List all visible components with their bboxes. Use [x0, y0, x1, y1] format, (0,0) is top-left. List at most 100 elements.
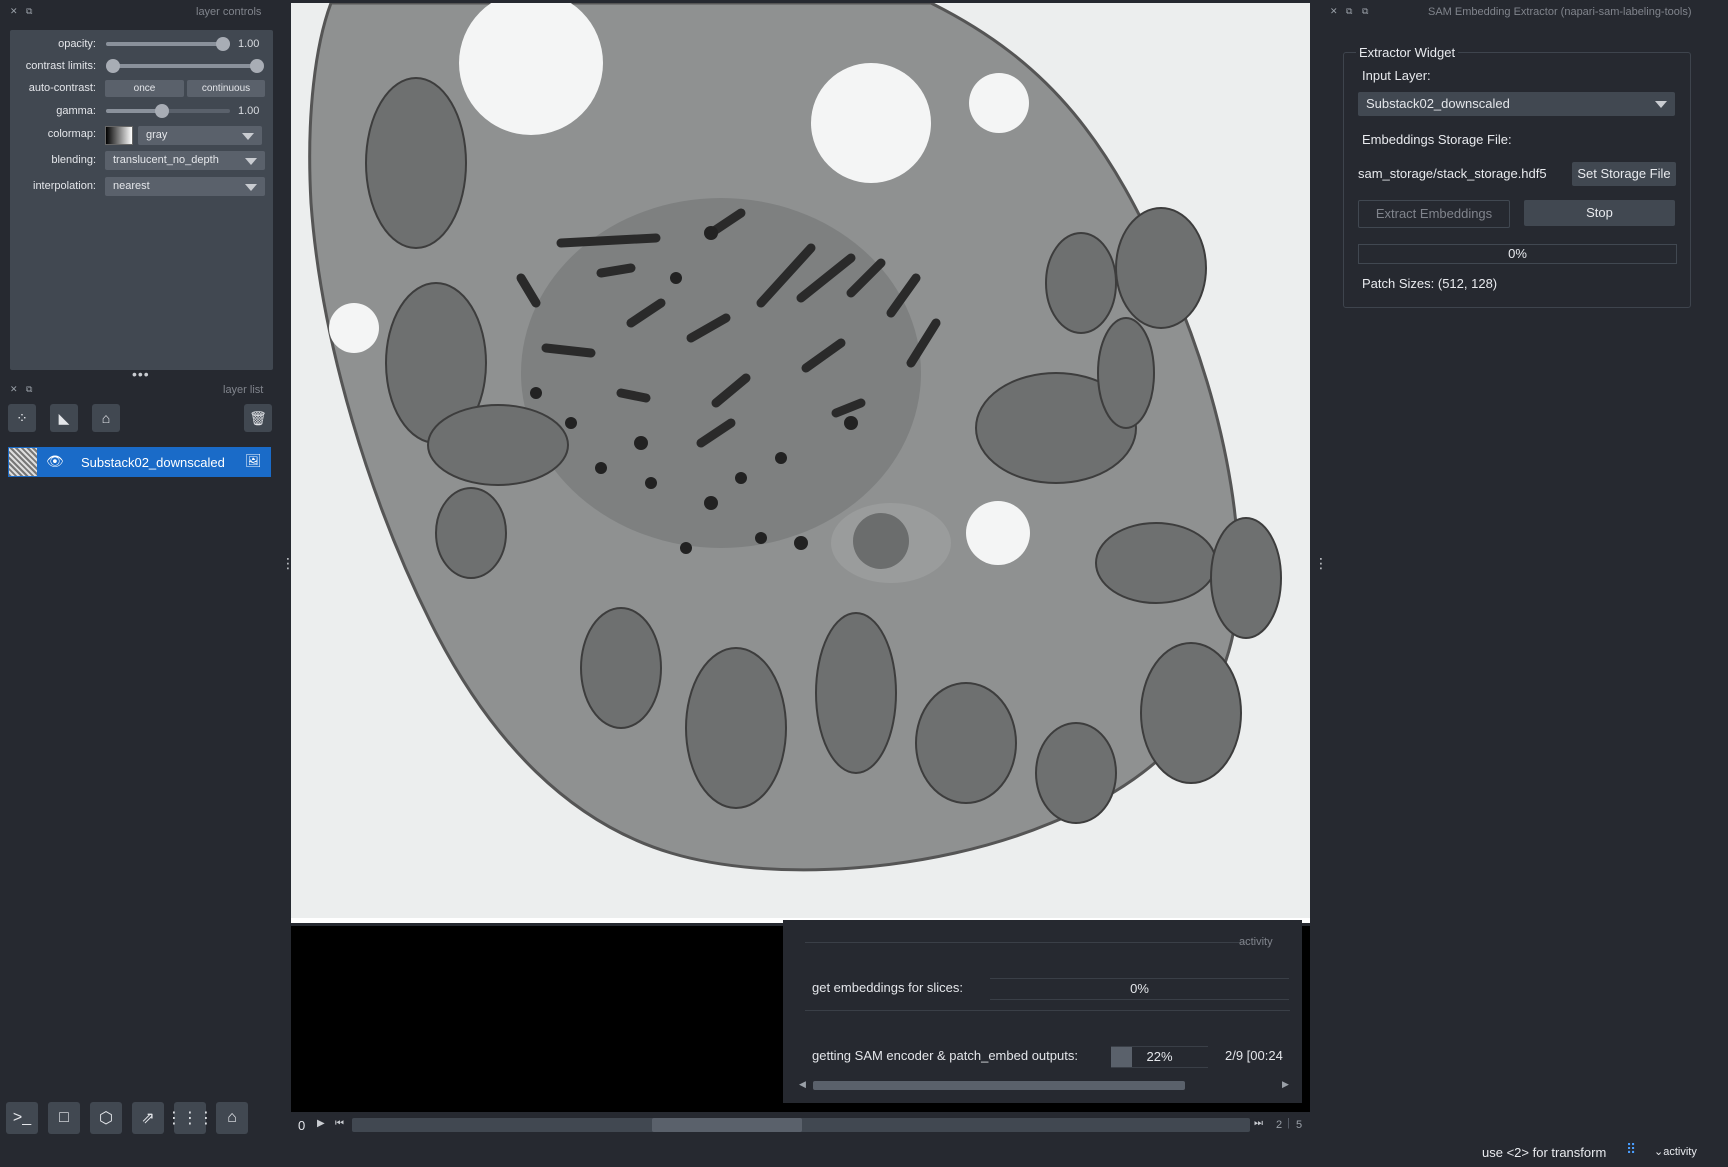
dims-slider-handle[interactable] — [652, 1118, 802, 1132]
group-title: Extractor Widget — [1356, 45, 1459, 60]
splitter-handle[interactable]: ••• — [132, 366, 150, 382]
contrast-limits-slider[interactable] — [106, 59, 264, 73]
input-layer-label: Input Layer: — [1362, 68, 1431, 83]
extract-embeddings-button[interactable]: Extract Embeddings — [1358, 200, 1510, 228]
play-icon[interactable]: ▶ — [317, 1118, 325, 1129]
extract-progress: 0% — [1358, 244, 1677, 264]
home-button[interactable]: ⌂ — [216, 1102, 248, 1134]
gamma-handle[interactable] — [155, 104, 169, 118]
ndisplay-button[interactable]: □ — [48, 1102, 80, 1134]
chevron-down-icon — [245, 158, 257, 165]
float-icon[interactable]: ⧉ — [1362, 6, 1368, 17]
input-layer-select[interactable]: Substack02_downscaled — [1358, 92, 1675, 116]
cube-icon: ⬡ — [99, 1110, 113, 1127]
layer-thumbnail — [9, 448, 37, 476]
opacity-slider[interactable] — [106, 37, 230, 51]
gamma-value: 1.00 — [238, 105, 260, 117]
shapes-icon: ◣ — [58, 409, 70, 426]
chevron-down-icon — [1655, 101, 1667, 108]
skip-start-icon[interactable]: ⏮ — [335, 1118, 344, 1129]
interpolation-select[interactable]: nearest — [105, 177, 265, 196]
new-shapes-layer-button[interactable]: ◣ — [50, 404, 78, 432]
chevron-down-icon: ⌄ — [1654, 1146, 1664, 1158]
continuous-button[interactable]: continuous — [187, 80, 265, 97]
close-icon[interactable]: ✕ — [10, 6, 18, 17]
right-dock-handle[interactable]: ⋮ — [1314, 556, 1328, 570]
once-button[interactable]: once — [105, 80, 184, 97]
close-icon[interactable]: ✕ — [10, 384, 18, 395]
tag-icon: ⌂ — [101, 410, 111, 426]
new-labels-layer-button[interactable]: ⌂ — [92, 404, 120, 432]
dims-slider[interactable] — [352, 1118, 1250, 1132]
activity-grid-icon: ⠿ — [1626, 1141, 1637, 1157]
float-icon[interactable]: ⧉ — [26, 6, 32, 17]
home-icon: ⌂ — [227, 1109, 237, 1126]
task2-progress-fill — [1111, 1047, 1133, 1067]
activity-title: activity — [1239, 936, 1273, 948]
auto-contrast-label: auto-contrast: — [28, 82, 96, 94]
layer-item-substack02[interactable]: 👁 Substack02_downscaled 🖼 — [8, 447, 271, 477]
left-dock-handle[interactable]: ⋮ — [281, 556, 295, 570]
layer-name: Substack02_downscaled — [81, 455, 225, 470]
image-icon: 🖼 — [245, 453, 262, 468]
chevron-down-icon — [242, 133, 254, 140]
delete-layer-button[interactable]: 🗑 — [244, 404, 272, 432]
activity-toggle-label: activity — [1663, 1146, 1697, 1158]
contrast-min-handle[interactable] — [106, 59, 120, 73]
grid-icon: ⋮⋮⋮ — [166, 1110, 214, 1127]
patch-sizes-label: Patch Sizes: (512, 128) — [1362, 276, 1498, 291]
image-canvas[interactable] — [291, 3, 1310, 923]
skip-end-icon[interactable]: ⏭ — [1254, 1118, 1263, 1129]
task2-label: getting SAM encoder & patch_embed output… — [812, 1048, 1078, 1063]
colormap-label: colormap: — [47, 128, 96, 140]
stop-button[interactable]: Stop — [1524, 200, 1675, 226]
roll-dims-button[interactable]: ⬡ — [90, 1102, 122, 1134]
colormap-select[interactable]: gray — [138, 126, 262, 145]
close-icon[interactable]: ✕ — [1330, 6, 1338, 17]
dims-right-value: 2 — [1276, 1119, 1283, 1131]
blending-select[interactable]: translucent_no_depth — [105, 151, 265, 170]
console-button[interactable]: >_ — [6, 1102, 38, 1134]
transpose-icon: ⇗ — [141, 1110, 155, 1127]
storage-file-field[interactable]: sam_storage/stack_storage.hdf5 — [1358, 162, 1565, 186]
blending-label: blending: — [51, 154, 96, 166]
layer-controls-title: layer controls — [196, 6, 262, 18]
opacity-label: opacity: — [58, 38, 96, 50]
task1-label: get embeddings for slices: — [812, 980, 964, 995]
layer-list-title: layer list — [223, 384, 264, 396]
points-icon: ⁘ — [16, 409, 28, 426]
contrast-max-handle[interactable] — [250, 59, 264, 73]
dims-current: 0 — [298, 1118, 306, 1133]
opacity-value: 1.00 — [238, 38, 260, 50]
square-icon: □ — [59, 1109, 69, 1126]
task1-progress: 0% — [990, 978, 1289, 1000]
set-storage-file-button[interactable]: Set Storage File — [1572, 162, 1676, 186]
chevron-down-icon — [245, 184, 257, 191]
eye-icon[interactable]: 👁 — [46, 453, 64, 470]
colormap-swatch — [105, 126, 133, 145]
gamma-label: gamma: — [56, 105, 96, 117]
scrollbar-thumb[interactable] — [813, 1081, 1185, 1090]
scroll-right-icon[interactable]: ▶ — [1282, 1079, 1289, 1090]
activity-toggle[interactable]: ⌄activity — [1654, 1145, 1697, 1158]
status-message: use <2> for transform — [1482, 1145, 1607, 1160]
scroll-left-icon[interactable]: ◀ — [799, 1079, 806, 1090]
activity-scrollbar[interactable]: ◀ ▶ — [797, 1078, 1294, 1092]
contrast-limits-label: contrast limits: — [25, 60, 96, 72]
new-points-layer-button[interactable]: ⁘ — [8, 404, 36, 432]
terminal-icon: >_ — [12, 1109, 32, 1126]
float-icon[interactable]: ⧉ — [26, 384, 32, 395]
dims-slider-bar: 0 ▶ ⏮ ⏭ 2 | 5 — [291, 1114, 1310, 1136]
opacity-handle[interactable] — [216, 37, 230, 51]
dims-separator: | — [1287, 1117, 1290, 1129]
widget-window-title: SAM Embedding Extractor (napari-sam-labe… — [1428, 6, 1692, 18]
gamma-slider[interactable] — [106, 104, 230, 118]
interpolation-label: interpolation: — [33, 180, 96, 192]
activity-panel: activity get embeddings for slices: 0% g… — [783, 920, 1302, 1103]
transpose-button[interactable]: ⇗ — [132, 1102, 164, 1134]
task2-count: 2/9 [00:24 — [1225, 1048, 1283, 1063]
em-image — [291, 3, 1310, 923]
trash-icon: 🗑 — [249, 409, 267, 426]
hide-icon[interactable]: ⧉ — [1346, 6, 1352, 17]
grid-button[interactable]: ⋮⋮⋮ — [166, 1102, 214, 1134]
